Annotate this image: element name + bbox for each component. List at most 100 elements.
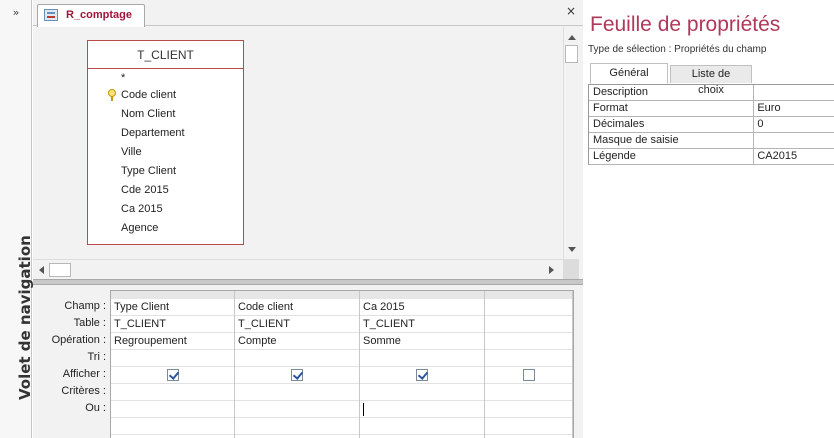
document-tab-label: R_comptage (66, 9, 133, 21)
navigation-pane-label[interactable]: Volet de navigation (16, 235, 34, 400)
property-sheet: Feuille de propriétés Type de sélection … (584, 0, 834, 438)
horizontal-scrollbar[interactable] (33, 259, 563, 279)
show-cell (485, 367, 573, 384)
show-cell (111, 367, 235, 384)
scroll-right-icon[interactable] (549, 266, 554, 274)
property-row-masque-de-saisie[interactable]: Masque de saisie (589, 133, 834, 149)
column-selector[interactable] (235, 291, 360, 299)
table-field-list[interactable]: T_CLIENT * Code client Nom Client Depart… (87, 40, 244, 245)
empty-cell[interactable] (111, 418, 235, 435)
criteria-cell[interactable] (485, 384, 573, 401)
sort-cell[interactable] (485, 350, 573, 367)
or-cell[interactable] (360, 401, 485, 418)
property-value[interactable]: 0 (754, 117, 834, 132)
empty-cell[interactable] (485, 418, 573, 435)
property-value[interactable]: CA2015 (754, 149, 834, 164)
grid-row-criteres (111, 384, 573, 401)
grid-row-champ: Type Client Code client Ca 2015 (111, 299, 573, 316)
operation-cell[interactable]: Compte (235, 333, 360, 350)
empty-cell[interactable] (235, 418, 360, 435)
empty-cell[interactable] (360, 418, 485, 435)
table-cell[interactable]: T_CLIENT (235, 316, 360, 333)
field-cell[interactable]: Ca 2015 (360, 299, 485, 316)
row-label-criteres: Critères : (61, 385, 106, 397)
property-value[interactable] (754, 85, 834, 100)
table-cell[interactable] (485, 316, 573, 333)
show-checkbox[interactable] (291, 369, 303, 381)
close-icon[interactable]: × (565, 5, 577, 17)
or-cell[interactable] (111, 401, 235, 418)
show-checkbox[interactable] (166, 369, 179, 381)
column-selector[interactable] (360, 291, 485, 299)
row-label-tri: Tri : (87, 351, 106, 363)
field-item-agence[interactable]: Agence (88, 219, 243, 238)
scroll-left-icon[interactable] (39, 266, 44, 274)
scroll-down-icon[interactable] (568, 247, 576, 252)
or-cell[interactable] (235, 401, 360, 418)
field-item-cde-2015[interactable]: Cde 2015 (88, 181, 243, 200)
show-checkbox[interactable] (416, 369, 428, 381)
scroll-corner (563, 259, 579, 279)
property-value[interactable]: Euro (754, 101, 834, 116)
property-row-format[interactable]: Format Euro (589, 101, 834, 117)
property-value[interactable] (754, 133, 834, 148)
field-list: * Code client Nom Client Departement Vil… (88, 69, 243, 238)
document-tab-bar: R_comptage × (33, 0, 583, 27)
column-selector[interactable] (485, 291, 573, 299)
row-label-afficher: Afficher : (62, 368, 106, 380)
criteria-cell[interactable] (360, 384, 485, 401)
vertical-scrollbar[interactable] (563, 27, 579, 259)
row-label-operation: Opération : (51, 334, 106, 346)
criteria-cell[interactable] (111, 384, 235, 401)
column-selector[interactable] (111, 291, 235, 299)
table-title[interactable]: T_CLIENT (88, 41, 243, 69)
row-label-champ: Champ : (64, 300, 106, 312)
query-icon (44, 9, 58, 21)
table-design-area: T_CLIENT * Code client Nom Client Depart… (33, 27, 563, 259)
show-checkbox[interactable] (522, 369, 535, 381)
field-item-code-client[interactable]: Code client (88, 86, 243, 105)
sort-cell[interactable] (360, 350, 485, 367)
grid-row-tri (111, 350, 573, 367)
row-label-ou: Ou : (85, 402, 106, 414)
property-row-legende[interactable]: Légende CA2015 (589, 149, 834, 165)
field-cell[interactable] (485, 299, 573, 316)
scroll-up-icon[interactable] (568, 35, 576, 40)
property-list: Description Format Euro Décimales 0 Masq… (588, 84, 834, 165)
tab-liste-de-choix[interactable]: Liste de choix (670, 65, 752, 96)
operation-cell[interactable] (485, 333, 573, 350)
scroll-thumb-horizontal[interactable] (49, 263, 71, 277)
tab-general[interactable]: Général (590, 63, 668, 84)
criteria-cell[interactable] (235, 384, 360, 401)
sort-cell[interactable] (235, 350, 360, 367)
field-item-ville[interactable]: Ville (88, 143, 243, 162)
expand-nav-icon[interactable]: » (0, 4, 32, 22)
query-design-window: R_comptage × T_CLIENT * Code client Nom … (33, 0, 583, 438)
field-item-all[interactable]: * (88, 73, 243, 86)
scroll-thumb[interactable] (565, 45, 578, 63)
document-tab-r-comptage[interactable]: R_comptage (37, 4, 145, 27)
operation-cell[interactable]: Regroupement (111, 333, 235, 350)
property-sheet-title: Feuille de propriétés (590, 13, 781, 36)
query-design-grid: Type Client Code client Ca 2015 T_CLIENT… (110, 290, 574, 438)
property-row-description[interactable]: Description (589, 85, 834, 101)
sort-cell[interactable] (111, 350, 235, 367)
property-row-decimales[interactable]: Décimales 0 (589, 117, 834, 133)
query-grid-area: Champ : Table : Opération : Tri : Affich… (33, 285, 583, 438)
property-name: Décimales (589, 117, 755, 132)
operation-cell[interactable]: Somme (360, 333, 485, 350)
field-cell[interactable]: Code client (235, 299, 360, 316)
selection-type-label: Type de sélection : Propriétés du champ (588, 44, 767, 55)
text-cursor (363, 403, 364, 416)
navigation-pane: » Volet de navigation (0, 0, 34, 438)
table-cell[interactable]: T_CLIENT (360, 316, 485, 333)
field-item-ca-2015[interactable]: Ca 2015 (88, 200, 243, 219)
or-cell[interactable] (485, 401, 573, 418)
field-cell[interactable]: Type Client (111, 299, 235, 316)
field-item-type-client[interactable]: Type Client (88, 162, 243, 181)
property-tabs: Général Liste de choix (590, 63, 834, 96)
property-name: Masque de saisie (589, 133, 755, 148)
field-item-departement[interactable]: Departement (88, 124, 243, 143)
table-cell[interactable]: T_CLIENT (111, 316, 235, 333)
field-item-nom-client[interactable]: Nom Client (88, 105, 243, 124)
